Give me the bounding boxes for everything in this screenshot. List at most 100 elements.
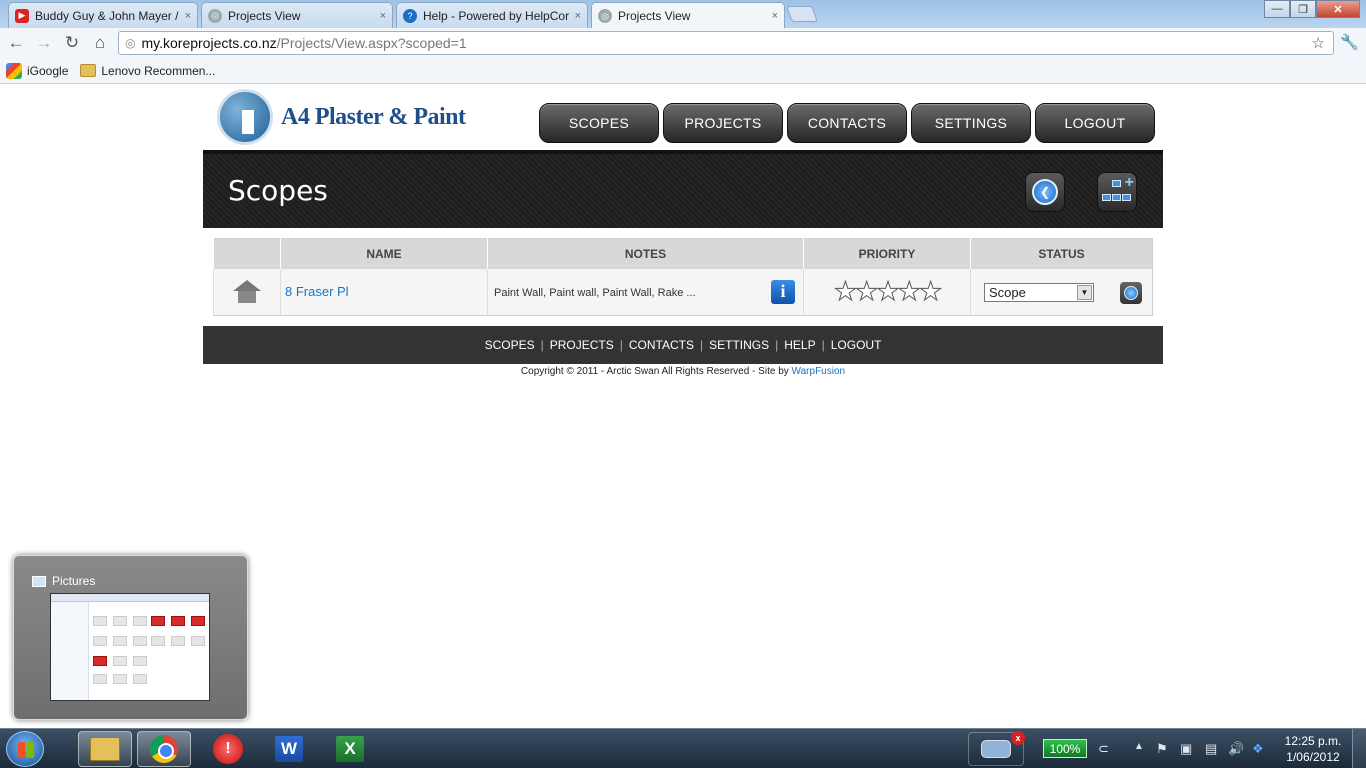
back-icon[interactable]: ←: [2, 31, 30, 55]
maximize-button[interactable]: ❐: [1290, 0, 1316, 18]
taskbar-app-chrome[interactable]: [137, 731, 191, 767]
status-select-value: Scope: [989, 284, 1026, 300]
excel-icon: X: [336, 736, 364, 762]
nav-scopes[interactable]: SCOPES: [539, 103, 659, 143]
bookmark-star-icon[interactable]: ☆: [1312, 34, 1325, 52]
scope-notes: Paint Wall, Paint wall, Paint Wall, Rake…: [494, 286, 696, 299]
new-tab-button[interactable]: [786, 6, 818, 22]
star-icon[interactable]: ★: [897, 276, 921, 307]
action-center-flag-icon[interactable]: ⚑: [1156, 741, 1168, 757]
thumbnail-preview[interactable]: [50, 593, 210, 701]
show-desktop-button[interactable]: [1352, 729, 1366, 768]
taskbar-app-red[interactable]: !: [201, 731, 255, 767]
footer-separator: |: [699, 338, 704, 352]
footer-link-scopes[interactable]: SCOPES: [485, 338, 535, 352]
info-icon[interactable]: i: [771, 279, 795, 304]
bookmark-igoogle[interactable]: iGoogle: [6, 62, 69, 79]
home-icon[interactable]: ⌂: [86, 31, 114, 55]
table-header-row: NAME NOTES PRIORITY STATUS: [213, 238, 1153, 269]
url-path: /Projects/View.aspx?scoped=1: [276, 35, 467, 51]
forward-icon[interactable]: →: [30, 31, 58, 55]
tab-help[interactable]: ? Help - Powered by HelpCor ×: [396, 2, 588, 28]
help-icon: ?: [403, 8, 417, 23]
show-hidden-icons-icon[interactable]: ▲: [1134, 741, 1144, 752]
taskbar-app-excel[interactable]: X: [323, 731, 377, 767]
page-title: Scopes: [228, 174, 328, 207]
column-header-notes[interactable]: NOTES: [487, 238, 804, 269]
bookmarks-bar: iGoogle Lenovo Recommen...: [0, 58, 1366, 84]
nav-logout[interactable]: LOGOUT: [1035, 103, 1155, 143]
close-icon[interactable]: ×: [185, 10, 191, 22]
globe-icon: ◎: [598, 9, 612, 23]
star-icon[interactable]: ★: [855, 276, 879, 307]
taskbar-app-explorer[interactable]: [78, 731, 132, 767]
address-bar[interactable]: ◎ my.koreprojects.co.nz /Projects/View.a…: [118, 31, 1334, 55]
battery-indicator[interactable]: 100%: [1043, 739, 1087, 758]
nav-settings[interactable]: SETTINGS: [911, 103, 1031, 143]
priority-rating[interactable]: ★ ★ ★ ★ ★: [804, 276, 970, 307]
status-history-button[interactable]: [1120, 281, 1142, 304]
device-icon[interactable]: ▣: [1180, 741, 1192, 757]
scope-name-link[interactable]: 8 Fraser Pl: [281, 284, 349, 299]
wireless-network-icon[interactable]: ▤: [1205, 741, 1217, 757]
tab-label: Help - Powered by HelpCor: [423, 8, 570, 23]
tab-projects-view-active[interactable]: ◎ Projects View ×: [591, 2, 785, 29]
clock-time: 12:25 p.m.: [1284, 734, 1342, 748]
copyright-text: Copyright © 2011 - Arctic Swan All Right…: [520, 366, 789, 377]
nav-contacts[interactable]: CONTACTS: [787, 103, 907, 143]
row-status-cell: Scope ▼: [970, 268, 1153, 316]
browser-tab-strip: ▶ Buddy Guy & John Mayer / × ◎ Projects …: [0, 0, 1366, 29]
main-nav: SCOPES PROJECTS CONTACTS SETTINGS LOGOUT: [535, 103, 1155, 143]
system-clock[interactable]: 12:25 p.m. 1/06/2012: [1282, 733, 1344, 765]
folder-icon: [90, 737, 120, 761]
footer-link-contacts[interactable]: CONTACTS: [629, 338, 694, 352]
reload-icon[interactable]: ↻: [58, 31, 86, 55]
house-icon[interactable]: [233, 279, 261, 304]
copyright: Copyright © 2011 - Arctic Swan All Right…: [203, 366, 1163, 377]
add-scope-button[interactable]: +: [1097, 172, 1137, 212]
windows-taskbar: ! W X x 100% ⊂ ▲ ⚑ ▣ ▤ 🔊 ❖ 12:25 p.m. 1/…: [0, 728, 1366, 768]
logo-text: A4 Plaster & Paint: [281, 103, 466, 130]
star-icon[interactable]: ★: [833, 276, 857, 307]
tab-label: Projects View: [228, 8, 301, 23]
pictures-icon: [32, 575, 46, 587]
clock-date: 1/06/2012: [1286, 750, 1340, 764]
taskbar-thumbnail-popup[interactable]: Pictures: [13, 555, 248, 720]
history-button[interactable]: ❮: [1025, 172, 1065, 212]
star-icon[interactable]: ★: [876, 276, 900, 307]
bookmark-label: Lenovo Recommen...: [101, 63, 216, 78]
network-tray-button[interactable]: x: [968, 731, 1025, 766]
nav-projects[interactable]: PROJECTS: [663, 103, 783, 143]
taskbar-app-word[interactable]: W: [262, 731, 316, 767]
minimize-button[interactable]: —: [1264, 0, 1290, 18]
close-icon[interactable]: ×: [380, 10, 386, 22]
start-button[interactable]: [6, 731, 44, 767]
dropbox-icon[interactable]: ❖: [1252, 741, 1264, 757]
wrench-menu-icon[interactable]: 🔧: [1340, 33, 1359, 51]
power-plug-icon[interactable]: ⊂: [1098, 741, 1109, 757]
tab-projects-view-1[interactable]: ◎ Projects View ×: [201, 2, 393, 28]
chevron-down-icon[interactable]: ▼: [1077, 284, 1092, 300]
warpfusion-link[interactable]: WarpFusion: [792, 366, 846, 377]
close-window-button[interactable]: ✕: [1316, 0, 1360, 18]
column-header-name[interactable]: NAME: [280, 238, 488, 269]
status-select[interactable]: Scope ▼: [984, 282, 1094, 302]
footer-link-settings[interactable]: SETTINGS: [709, 338, 769, 352]
close-icon[interactable]: ×: [772, 10, 778, 22]
star-icon[interactable]: ★: [918, 276, 942, 307]
tab-youtube[interactable]: ▶ Buddy Guy & John Mayer / ×: [8, 2, 198, 28]
volume-icon[interactable]: 🔊: [1228, 741, 1244, 757]
close-icon[interactable]: ×: [575, 10, 581, 22]
bookmark-label: iGoogle: [27, 63, 69, 78]
footer-link-help[interactable]: HELP: [784, 338, 815, 352]
clock-icon: [1124, 285, 1138, 300]
footer-link-projects[interactable]: PROJECTS: [550, 338, 614, 352]
column-header-status[interactable]: STATUS: [970, 238, 1153, 269]
footer-link-logout[interactable]: LOGOUT: [831, 338, 882, 352]
bookmark-lenovo[interactable]: Lenovo Recommen...: [80, 64, 215, 78]
chrome-icon: [150, 735, 178, 763]
network-car-icon: [981, 740, 1011, 758]
site-logo[interactable]: A4 Plaster & Paint: [217, 85, 466, 149]
column-header-priority[interactable]: PRIORITY: [803, 238, 971, 269]
page-info-icon[interactable]: ◎: [125, 36, 135, 50]
